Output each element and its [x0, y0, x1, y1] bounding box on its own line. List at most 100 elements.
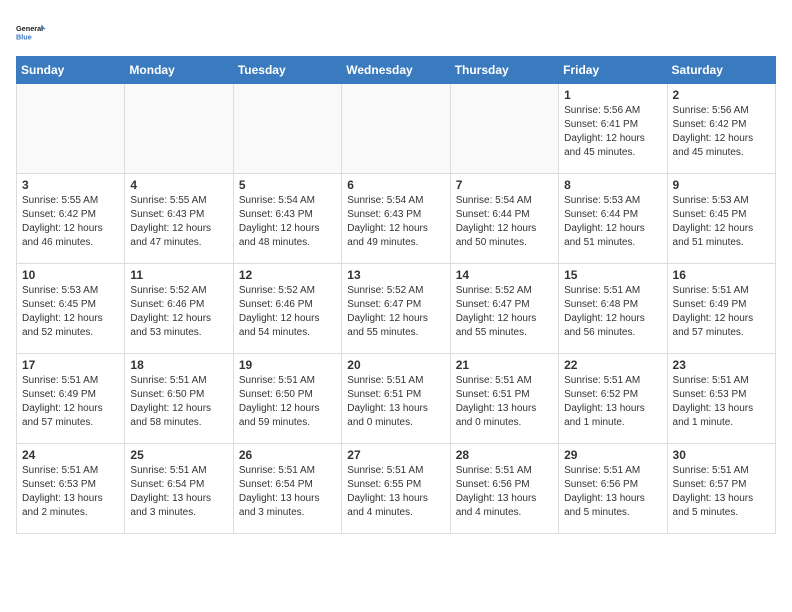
day-number: 19 — [239, 358, 336, 372]
day-info: Sunrise: 5:51 AM Sunset: 6:51 PM Dayligh… — [347, 374, 444, 430]
calendar-cell: 30 Sunrise: 5:51 AM Sunset: 6:57 PM Dayli… — [667, 444, 775, 534]
day-number: 14 — [456, 268, 553, 282]
day-number: 20 — [347, 358, 444, 372]
calendar-cell: 26 Sunrise: 5:51 AM Sunset: 6:54 PM Dayli… — [233, 444, 341, 534]
calendar-cell: 12 Sunrise: 5:52 AM Sunset: 6:46 PM Dayli… — [233, 264, 341, 354]
day-number: 10 — [22, 268, 119, 282]
calendar-cell: 16 Sunrise: 5:51 AM Sunset: 6:49 PM Dayli… — [667, 264, 775, 354]
day-info: Sunrise: 5:51 AM Sunset: 6:56 PM Dayligh… — [564, 464, 661, 520]
page-header: GeneralBlue — [16, 16, 776, 48]
calendar-cell — [450, 84, 558, 174]
calendar-cell: 18 Sunrise: 5:51 AM Sunset: 6:50 PM Dayli… — [125, 354, 233, 444]
day-info: Sunrise: 5:53 AM Sunset: 6:45 PM Dayligh… — [22, 284, 119, 340]
day-info: Sunrise: 5:51 AM Sunset: 6:54 PM Dayligh… — [130, 464, 227, 520]
day-info: Sunrise: 5:51 AM Sunset: 6:49 PM Dayligh… — [673, 284, 770, 340]
calendar-cell: 17 Sunrise: 5:51 AM Sunset: 6:49 PM Dayli… — [17, 354, 125, 444]
day-info: Sunrise: 5:52 AM Sunset: 6:47 PM Dayligh… — [456, 284, 553, 340]
day-info: Sunrise: 5:55 AM Sunset: 6:42 PM Dayligh… — [22, 194, 119, 250]
day-number: 7 — [456, 178, 553, 192]
day-number: 11 — [130, 268, 227, 282]
day-info: Sunrise: 5:55 AM Sunset: 6:43 PM Dayligh… — [130, 194, 227, 250]
day-number: 22 — [564, 358, 661, 372]
day-info: Sunrise: 5:54 AM Sunset: 6:43 PM Dayligh… — [239, 194, 336, 250]
calendar-cell: 24 Sunrise: 5:51 AM Sunset: 6:53 PM Dayli… — [17, 444, 125, 534]
day-number: 24 — [22, 448, 119, 462]
day-number: 30 — [673, 448, 770, 462]
weekday-header-monday: Monday — [125, 57, 233, 84]
day-number: 27 — [347, 448, 444, 462]
day-number: 1 — [564, 88, 661, 102]
day-number: 15 — [564, 268, 661, 282]
weekday-header-friday: Friday — [559, 57, 667, 84]
day-number: 4 — [130, 178, 227, 192]
day-number: 23 — [673, 358, 770, 372]
calendar-table: SundayMondayTuesdayWednesdayThursdayFrid… — [16, 56, 776, 534]
day-info: Sunrise: 5:51 AM Sunset: 6:50 PM Dayligh… — [130, 374, 227, 430]
day-info: Sunrise: 5:51 AM Sunset: 6:51 PM Dayligh… — [456, 374, 553, 430]
day-number: 16 — [673, 268, 770, 282]
day-number: 21 — [456, 358, 553, 372]
logo: GeneralBlue — [16, 16, 48, 48]
day-info: Sunrise: 5:51 AM Sunset: 6:55 PM Dayligh… — [347, 464, 444, 520]
calendar-cell: 4 Sunrise: 5:55 AM Sunset: 6:43 PM Daylig… — [125, 174, 233, 264]
day-number: 12 — [239, 268, 336, 282]
calendar-cell: 2 Sunrise: 5:56 AM Sunset: 6:42 PM Daylig… — [667, 84, 775, 174]
weekday-header-tuesday: Tuesday — [233, 57, 341, 84]
calendar-cell: 9 Sunrise: 5:53 AM Sunset: 6:45 PM Daylig… — [667, 174, 775, 264]
weekday-header-wednesday: Wednesday — [342, 57, 450, 84]
calendar-cell: 19 Sunrise: 5:51 AM Sunset: 6:50 PM Dayli… — [233, 354, 341, 444]
calendar-cell: 13 Sunrise: 5:52 AM Sunset: 6:47 PM Dayli… — [342, 264, 450, 354]
calendar-cell: 5 Sunrise: 5:54 AM Sunset: 6:43 PM Daylig… — [233, 174, 341, 264]
calendar-cell: 20 Sunrise: 5:51 AM Sunset: 6:51 PM Dayli… — [342, 354, 450, 444]
day-number: 9 — [673, 178, 770, 192]
logo-icon: GeneralBlue — [16, 16, 48, 48]
calendar-cell: 23 Sunrise: 5:51 AM Sunset: 6:53 PM Dayli… — [667, 354, 775, 444]
weekday-header-saturday: Saturday — [667, 57, 775, 84]
day-number: 26 — [239, 448, 336, 462]
calendar-cell: 3 Sunrise: 5:55 AM Sunset: 6:42 PM Daylig… — [17, 174, 125, 264]
calendar-cell: 6Sunrise: 5:54 AM Sunset: 6:43 PM Daylig… — [342, 174, 450, 264]
svg-text:Blue: Blue — [16, 32, 32, 41]
calendar-cell: 7 Sunrise: 5:54 AM Sunset: 6:44 PM Daylig… — [450, 174, 558, 264]
calendar-cell: 21 Sunrise: 5:51 AM Sunset: 6:51 PM Dayli… — [450, 354, 558, 444]
calendar-cell: 22Sunrise: 5:51 AM Sunset: 6:52 PM Dayli… — [559, 354, 667, 444]
day-info: Sunrise: 5:51 AM Sunset: 6:49 PM Dayligh… — [22, 374, 119, 430]
calendar-cell — [125, 84, 233, 174]
day-number: 29 — [564, 448, 661, 462]
day-info: Sunrise: 5:52 AM Sunset: 6:47 PM Dayligh… — [347, 284, 444, 340]
calendar-cell: 28 Sunrise: 5:51 AM Sunset: 6:56 PM Dayli… — [450, 444, 558, 534]
day-number: 28 — [456, 448, 553, 462]
day-number: 18 — [130, 358, 227, 372]
day-info: Sunrise: 5:56 AM Sunset: 6:42 PM Dayligh… — [673, 104, 770, 160]
day-number: 8 — [564, 178, 661, 192]
day-info: Sunrise: 5:52 AM Sunset: 6:46 PM Dayligh… — [239, 284, 336, 340]
calendar-cell: 11 Sunrise: 5:52 AM Sunset: 6:46 PM Dayli… — [125, 264, 233, 354]
day-info: Sunrise: 5:53 AM Sunset: 6:44 PM Dayligh… — [564, 194, 661, 250]
calendar-cell — [342, 84, 450, 174]
day-number: 3 — [22, 178, 119, 192]
calendar-cell: 15Sunrise: 5:51 AM Sunset: 6:48 PM Dayli… — [559, 264, 667, 354]
day-info: Sunrise: 5:51 AM Sunset: 6:53 PM Dayligh… — [673, 374, 770, 430]
calendar-cell: 27 Sunrise: 5:51 AM Sunset: 6:55 PM Dayli… — [342, 444, 450, 534]
day-number: 2 — [673, 88, 770, 102]
calendar-cell — [17, 84, 125, 174]
weekday-header-sunday: Sunday — [17, 57, 125, 84]
day-info: Sunrise: 5:54 AM Sunset: 6:44 PM Dayligh… — [456, 194, 553, 250]
day-info: Sunrise: 5:51 AM Sunset: 6:53 PM Dayligh… — [22, 464, 119, 520]
day-info: Sunrise: 5:51 AM Sunset: 6:50 PM Dayligh… — [239, 374, 336, 430]
calendar-cell: 1 Sunrise: 5:56 AM Sunset: 6:41 PM Daylig… — [559, 84, 667, 174]
calendar-cell: 14 Sunrise: 5:52 AM Sunset: 6:47 PM Dayli… — [450, 264, 558, 354]
day-number: 13 — [347, 268, 444, 282]
weekday-header-thursday: Thursday — [450, 57, 558, 84]
day-info: Sunrise: 5:51 AM Sunset: 6:54 PM Dayligh… — [239, 464, 336, 520]
calendar-cell: 29 Sunrise: 5:51 AM Sunset: 6:56 PM Dayli… — [559, 444, 667, 534]
day-info: Sunrise: 5:56 AM Sunset: 6:41 PM Dayligh… — [564, 104, 661, 160]
calendar-cell: 10 Sunrise: 5:53 AM Sunset: 6:45 PM Dayli… — [17, 264, 125, 354]
day-info: Sunrise: 5:51 AM Sunset: 6:57 PM Dayligh… — [673, 464, 770, 520]
day-number: 5 — [239, 178, 336, 192]
day-info: Sunrise: 5:52 AM Sunset: 6:46 PM Dayligh… — [130, 284, 227, 340]
day-number: 17 — [22, 358, 119, 372]
day-info: Sunrise: 5:53 AM Sunset: 6:45 PM Dayligh… — [673, 194, 770, 250]
day-info: Sunrise: 5:51 AM Sunset: 6:56 PM Dayligh… — [456, 464, 553, 520]
calendar-cell: 8 Sunrise: 5:53 AM Sunset: 6:44 PM Daylig… — [559, 174, 667, 264]
